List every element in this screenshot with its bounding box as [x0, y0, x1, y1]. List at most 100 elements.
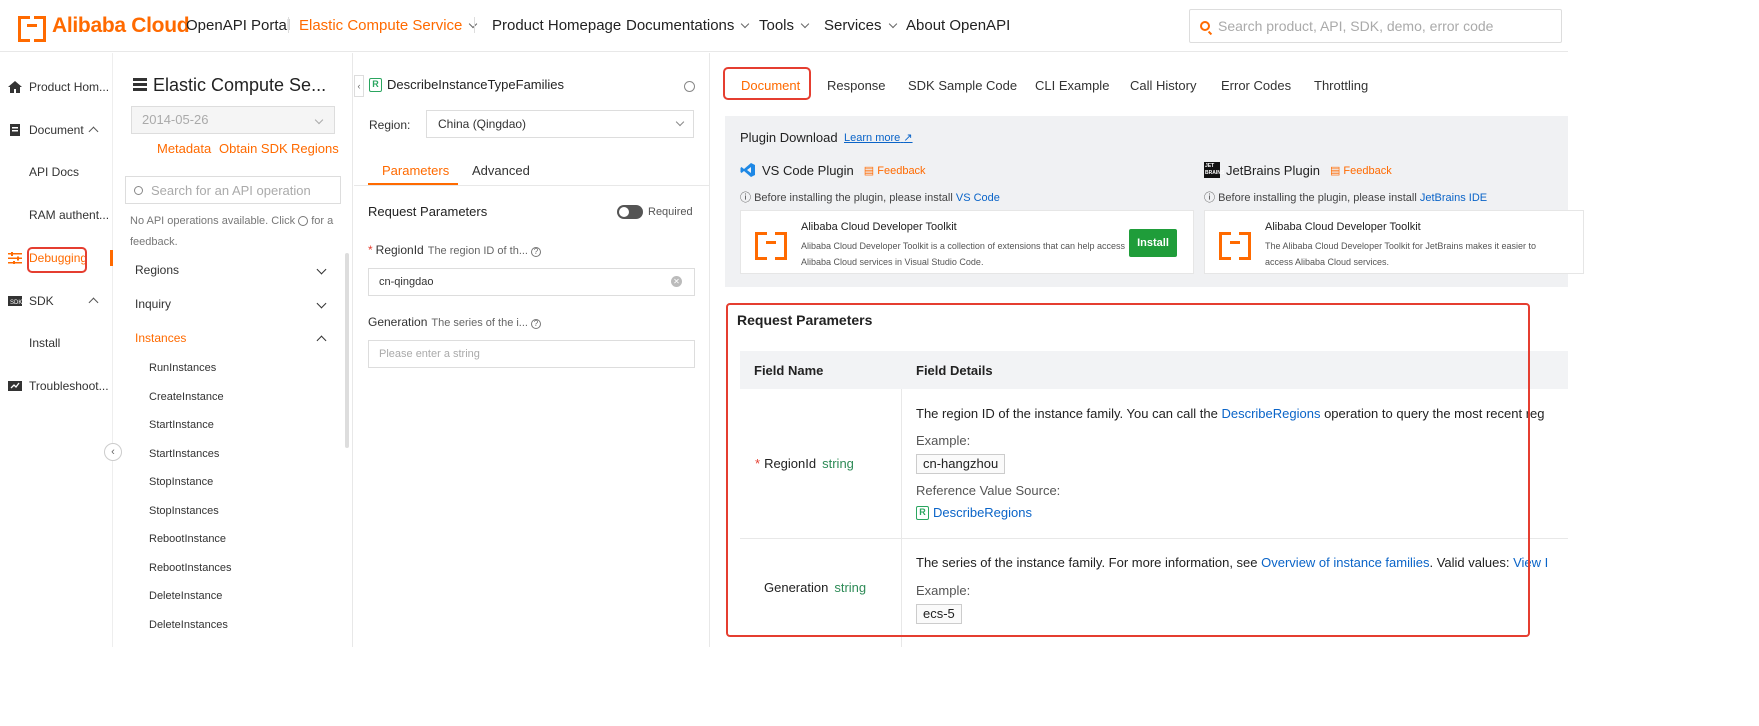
sidebar-item-label: Document	[29, 123, 84, 137]
operation-name: DescribeInstanceTypeFamilies	[387, 77, 565, 92]
vscode-feedback-link[interactable]: ▤ Feedback	[864, 164, 926, 177]
api-item-startinstances[interactable]: StartInstances	[149, 448, 219, 460]
required-label: Required	[648, 206, 693, 218]
jetbrains-ide-link[interactable]: JetBrains IDE	[1420, 192, 1487, 204]
api-item-deleteinstances[interactable]: DeleteInstances	[149, 619, 228, 631]
chevron-up-icon	[88, 297, 99, 308]
note-text: Before installing the plugin, please ins…	[1218, 192, 1417, 204]
category-label: Regions	[135, 263, 180, 277]
regions-link[interactable]: Regions	[291, 141, 339, 156]
category-inquiry[interactable]: Inquiry	[135, 297, 331, 311]
api-item-startinstance[interactable]: StartInstance	[149, 419, 214, 431]
nav-separator	[288, 17, 289, 33]
chevron-down-icon	[316, 298, 327, 309]
sidebar-item-troubleshoot[interactable]: Troubleshoot...	[0, 374, 113, 398]
chevron-down-icon	[316, 264, 327, 275]
sidebar-item-api-docs[interactable]: API Docs	[0, 160, 113, 184]
active-tab-underline	[368, 183, 458, 185]
sidebar-item-label: Install	[29, 336, 61, 350]
region-value: China (Qingdao)	[438, 117, 527, 131]
sidebar-item-label: RAM authent...	[29, 208, 110, 222]
help-icon[interactable]: ?	[530, 319, 541, 329]
nav-product-homepage[interactable]: Product Homepage	[492, 17, 621, 34]
sidebar-item-label: SDK	[29, 294, 54, 308]
tab-advanced[interactable]: Advanced	[472, 163, 530, 178]
api-item-rebootinstances[interactable]: RebootInstances	[149, 562, 232, 574]
sidebar-item-install[interactable]: Install	[0, 331, 113, 355]
region-select[interactable]: China (Qingdao)	[426, 110, 694, 138]
tab-parameters[interactable]: Parameters	[382, 163, 449, 178]
vscode-install-note: ⓘ Before installing the plugin, please i…	[740, 189, 1000, 205]
api-list-scrollbar[interactable]	[345, 253, 349, 448]
obtain-sdk-link[interactable]: Obtain SDK	[219, 141, 288, 156]
search-icon	[1200, 21, 1210, 31]
sidebar-item-product-homepage[interactable]: Product Hom...	[0, 75, 113, 99]
api-item-createinstance[interactable]: CreateInstance	[149, 391, 224, 403]
nav-service-dropdown[interactable]: Elastic Compute Service	[299, 17, 478, 34]
debugging-highlight-box	[27, 247, 87, 273]
clear-icon[interactable]: ✕	[671, 276, 682, 287]
jetbrains-card-desc: The Alibaba Cloud Developer Toolkit for …	[1265, 241, 1536, 267]
sidebar-item-document[interactable]: Document	[0, 118, 113, 142]
collapse-panel-button[interactable]: ‹	[354, 75, 364, 97]
chevron-down-icon	[741, 19, 750, 29]
nav-about-openapi[interactable]: About OpenAPI	[906, 17, 1010, 34]
regionid-input[interactable]: cn-qingdao ✕	[368, 268, 695, 296]
version-select[interactable]: 2014-05-26	[131, 106, 335, 134]
api-search-input[interactable]	[151, 182, 331, 198]
required-only-toggle[interactable]	[617, 205, 643, 219]
api-list-panel: Elastic Compute Se... 2014-05-26 Metadat…	[113, 53, 353, 647]
jetbrains-feedback-link[interactable]: ▤ Feedback	[1330, 164, 1392, 177]
document-icon	[10, 124, 20, 136]
tab-sdk-sample-code[interactable]: SDK Sample Code	[908, 78, 1017, 93]
sidebar-item-label: API Docs	[29, 165, 80, 179]
learn-more-label: Learn more	[844, 132, 901, 144]
nav-documentations[interactable]: Documentations	[626, 17, 750, 34]
metadata-link[interactable]: Metadata	[157, 141, 211, 156]
api-item-stopinstance[interactable]: StopInstance	[149, 476, 213, 488]
vscode-link[interactable]: VS Code	[956, 192, 1000, 204]
global-search-input[interactable]	[1218, 18, 1548, 34]
nav-openapi-portal[interactable]: OpenAPI Portal	[186, 17, 290, 34]
install-button[interactable]: Install	[1129, 229, 1177, 257]
sidebar-item-ram-authentication[interactable]: RAM authent...	[0, 203, 113, 227]
search-icon	[134, 185, 143, 195]
troubleshoot-icon	[8, 381, 22, 391]
nav-documentations-label: Documentations	[626, 17, 735, 34]
external-link-icon: ↗	[903, 132, 913, 144]
tab-throttling[interactable]: Throttling	[1314, 78, 1368, 93]
jetbrains-icon: JET BRAINS	[1204, 162, 1225, 178]
api-search[interactable]	[125, 176, 341, 204]
left-sidebar: Product Hom... Document API Docs RAM aut…	[0, 53, 113, 647]
alibaba-cloud-logo[interactable]: Alibaba Cloud	[18, 14, 190, 42]
learn-more-link[interactable]: Learn more ↗	[844, 131, 913, 144]
note-text: Before installing the plugin, please ins…	[754, 192, 953, 204]
feedback-icon: ▤	[1329, 164, 1341, 177]
tab-response[interactable]: Response	[827, 78, 886, 93]
category-instances[interactable]: Instances	[135, 331, 331, 346]
generation-input[interactable]: Please enter a string	[368, 340, 695, 368]
tab-call-history[interactable]: Call History	[1130, 78, 1196, 93]
plugin-download-title: Plugin Download	[740, 130, 838, 145]
api-item-deleteinstance[interactable]: DeleteInstance	[149, 590, 222, 602]
api-item-stopinstances[interactable]: StopInstances	[149, 505, 219, 517]
vscode-card-desc: Alibaba Cloud Developer Toolkit is a col…	[801, 241, 1126, 267]
nav-tools[interactable]: Tools	[759, 17, 810, 34]
help-icon[interactable]: ?	[531, 247, 541, 257]
api-item-runinstances[interactable]: RunInstances	[149, 362, 216, 374]
sidebar-item-sdk[interactable]: SDK SDK	[0, 289, 113, 313]
more-options-icon[interactable]	[684, 81, 695, 92]
chevron-down-icon	[675, 117, 685, 127]
tab-cli-example[interactable]: CLI Example	[1035, 78, 1109, 93]
api-item-rebootinstance[interactable]: RebootInstance	[149, 533, 226, 545]
category-regions[interactable]: Regions	[135, 263, 331, 277]
no-api-notice-text: No API operations available. Click	[130, 215, 296, 227]
document-panel: Document Response SDK Sample Code CLI Ex…	[711, 53, 1584, 647]
nav-services[interactable]: Services	[824, 17, 897, 34]
tab-error-codes[interactable]: Error Codes	[1221, 78, 1291, 93]
feedback-icon[interactable]	[298, 216, 309, 227]
global-search[interactable]	[1189, 9, 1562, 43]
feedback-label: Feedback	[877, 164, 926, 177]
feedback-label: Feedback	[1343, 164, 1392, 177]
param-label-regionid: * RegionId The region ID of th...?	[368, 243, 541, 257]
